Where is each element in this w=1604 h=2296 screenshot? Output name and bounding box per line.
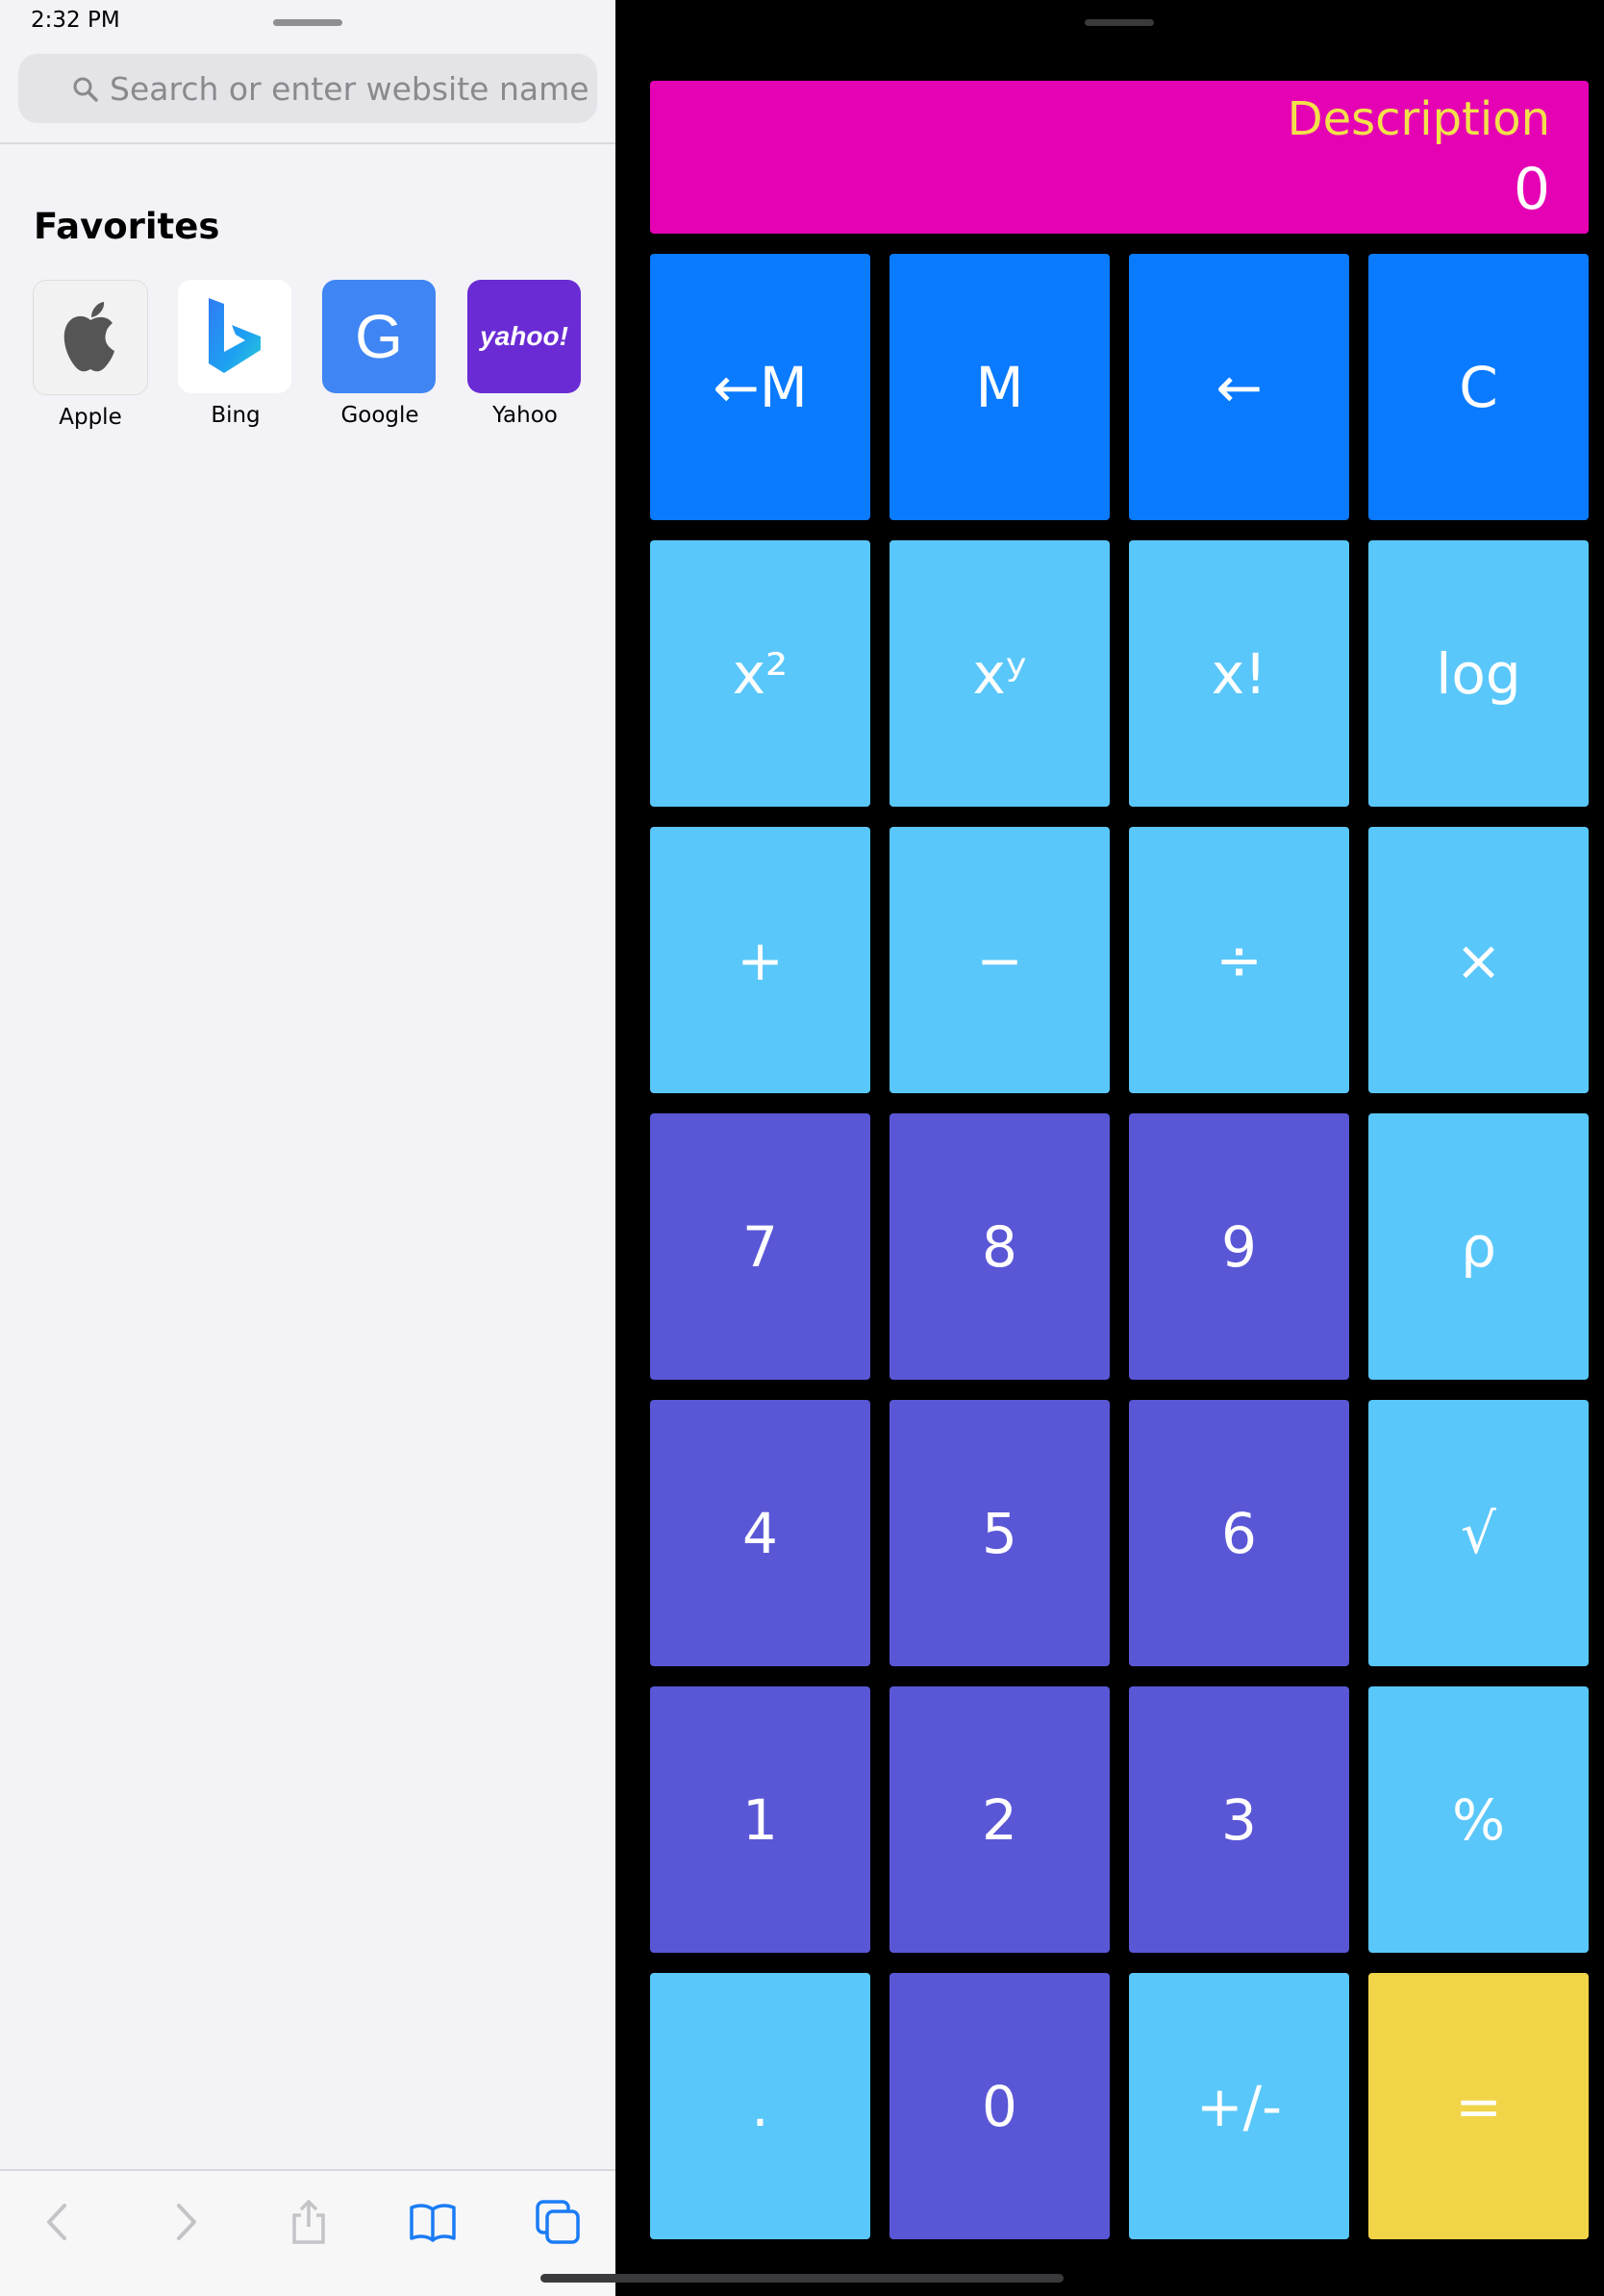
- key-memory[interactable]: M: [890, 254, 1110, 520]
- key-2[interactable]: 2: [890, 1686, 1110, 1953]
- key-factorial[interactable]: x!: [1129, 540, 1349, 807]
- key-1[interactable]: 1: [650, 1686, 870, 1953]
- key-5[interactable]: 5: [890, 1400, 1110, 1666]
- display-value: 0: [1513, 156, 1550, 223]
- key-0[interactable]: 0: [890, 1973, 1110, 2239]
- home-indicator: [540, 2274, 1064, 2283]
- key-percent[interactable]: %: [1368, 1686, 1589, 1953]
- key-7[interactable]: 7: [650, 1113, 870, 1380]
- favorite-yahoo[interactable]: yahoo! Yahoo: [467, 280, 583, 428]
- key-clear[interactable]: C: [1368, 254, 1589, 520]
- key-add[interactable]: +: [650, 827, 870, 1093]
- bing-logo-icon: [178, 280, 291, 393]
- favorite-google[interactable]: G Google: [322, 280, 438, 428]
- key-log[interactable]: log: [1368, 540, 1589, 807]
- key-rho[interactable]: ρ: [1368, 1113, 1589, 1380]
- favorite-label: Apple: [59, 405, 122, 430]
- key-9[interactable]: 9: [1129, 1113, 1349, 1380]
- bookmarks-icon[interactable]: [409, 2198, 457, 2246]
- back-icon[interactable]: [34, 2198, 82, 2246]
- favorite-label: Yahoo: [492, 403, 558, 428]
- favorite-bing[interactable]: Bing: [178, 280, 293, 428]
- key-power[interactable]: xʸ: [890, 540, 1110, 807]
- key-backspace[interactable]: ←: [1129, 254, 1349, 520]
- favorite-label: Google: [340, 403, 419, 428]
- status-time: 2:32 PM: [31, 8, 120, 33]
- browser-header: 2:32 PM Search or enter website name: [0, 0, 615, 144]
- display-description: Description: [1287, 92, 1550, 146]
- favorite-apple[interactable]: Apple: [33, 280, 148, 430]
- search-input[interactable]: Search or enter website name: [18, 54, 597, 123]
- key-equals[interactable]: =: [1368, 1973, 1589, 2239]
- key-square-root[interactable]: √: [1368, 1400, 1589, 1666]
- key-memory-back[interactable]: ←M: [650, 254, 870, 520]
- key-square[interactable]: x²: [650, 540, 870, 807]
- key-subtract[interactable]: −: [890, 827, 1110, 1093]
- window-grabber[interactable]: [273, 19, 342, 26]
- key-multiply[interactable]: ×: [1368, 827, 1589, 1093]
- safari-pane: 2:32 PM Search or enter website name Fav…: [0, 0, 615, 2296]
- key-4[interactable]: 4: [650, 1400, 870, 1666]
- search-icon: [73, 77, 98, 102]
- favorites-title: Favorites: [34, 206, 220, 247]
- window-grabber[interactable]: [1085, 19, 1154, 26]
- calculator-pane: Description 0 ←M M ← C x² xʸ x! log + − …: [615, 0, 1604, 2296]
- google-letter: G: [355, 302, 403, 371]
- google-letter-icon: G: [322, 280, 436, 393]
- tabs-icon[interactable]: [534, 2198, 582, 2246]
- yahoo-wordmark: yahoo!: [480, 321, 568, 351]
- search-placeholder: Search or enter website name: [110, 70, 589, 108]
- key-6[interactable]: 6: [1129, 1400, 1349, 1666]
- key-3[interactable]: 3: [1129, 1686, 1349, 1953]
- key-decimal[interactable]: .: [650, 1973, 870, 2239]
- key-8[interactable]: 8: [890, 1113, 1110, 1380]
- apple-logo-icon: [33, 280, 148, 395]
- browser-toolbar: [0, 2169, 615, 2296]
- share-icon[interactable]: [285, 2198, 333, 2246]
- forward-icon[interactable]: [162, 2198, 210, 2246]
- key-divide[interactable]: ÷: [1129, 827, 1349, 1093]
- yahoo-logo-icon: yahoo!: [467, 280, 581, 393]
- calculator-display: Description 0: [650, 81, 1589, 234]
- favorite-label: Bing: [211, 403, 261, 428]
- key-negate[interactable]: +/-: [1129, 1973, 1349, 2239]
